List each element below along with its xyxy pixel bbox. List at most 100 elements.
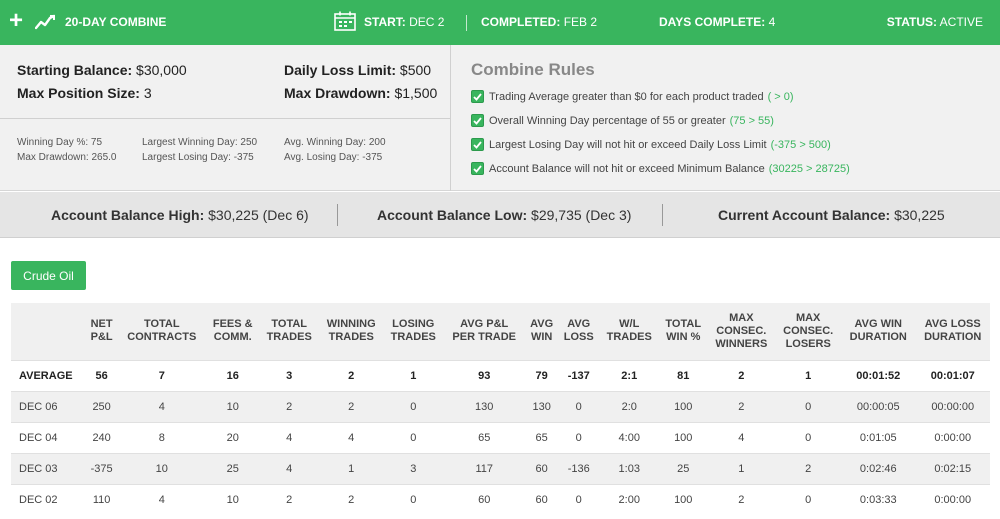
table-cell: 60 [443,483,526,515]
column-header-line: CONSEC. [716,324,767,337]
column-header [11,303,86,360]
table-cell: 0 [558,421,600,453]
column-header: AVG LOSS DURATION [915,303,990,360]
table-cell: 250 [85,390,118,422]
table-cell: 81 [659,359,708,391]
table-cell: 10 [117,452,207,484]
combine-rules: Combine Rules Trading Average greater th… [471,60,850,175]
column-header: TOTAL TRADES [259,303,319,360]
row-date-cell: DEC 04 [11,421,86,453]
column-header-line: TRADES [328,331,374,344]
checkbox-checked-icon [471,90,484,103]
table-cell: 60 [525,483,559,515]
column-header: LOSING TRADES [383,303,443,360]
row-date-cell: DEC 06 [11,390,86,422]
column-header-line: TRADES [266,331,312,344]
table-cell: 0:01:05 [841,421,916,453]
column-header-line: LOSS [563,331,594,344]
table-cell: 0:02:15 [915,452,990,484]
status: STATUS: ACTIVE [887,15,983,29]
table-cell: 2 [707,483,776,515]
column-header: FEES & COMM. [206,303,259,360]
table-cell: 4 [259,421,320,453]
column-header-line: AVG [530,318,554,331]
table-cell: 2 [259,390,320,422]
max-position-label: Max Position Size: [17,85,140,101]
column-header: AVG LOSS [558,303,599,360]
column-header-line: COMM. [213,331,252,344]
winning-day-pct: Winning Day %: 75 [17,137,103,148]
column-header-line: AVG LOSS [924,318,981,331]
table-cell: 00:01:07 [915,359,990,391]
days-value: 4 [768,15,776,29]
table-cell: 1 [707,452,776,484]
table-cell: 4:00 [599,421,660,453]
column-header-line: TOTAL [665,318,702,331]
table-cell: 93 [443,359,526,391]
account-settings: Starting Balance: $30,000 Max Position S… [0,45,451,119]
column-header-line: WIN [530,331,553,344]
max-position-size: Max Position Size: 3 [17,85,152,101]
table-cell: 7 [117,359,207,391]
table-cell: 2 [319,359,384,391]
balance-low-value: $29,735 (Dec 3) [531,207,632,223]
starting-balance: Starting Balance: $30,000 [17,62,187,78]
completed-date: COMPLETED: FEB 2 [481,15,597,29]
days-label: DAYS COMPLETE: [659,15,766,29]
column-header-line: MAX [729,311,754,324]
table-cell: 4 [117,483,207,515]
table-cell: 2 [319,390,384,422]
top-header-bar: + 20-DAY COMBINE START: DEC 2 COMPLETED:… [0,0,1000,45]
days-complete: DAYS COMPLETE: 4 [659,15,775,29]
table-cell: 0:02:46 [841,452,916,484]
combine-title: 20-DAY COMBINE [65,15,167,29]
column-header: AVG WIN DURATION [841,303,915,360]
checkbox-checked-icon [471,114,484,127]
max-drawdown: Max Drawdown: $1,500 [284,85,437,101]
table-cell: 4 [117,390,207,422]
column-header-line: CONTRACTS [127,331,197,344]
table-cell: 0 [558,390,600,422]
column-header-line: MAX [795,311,821,324]
balance-high-label: Account Balance High: [51,207,205,223]
column-header-line: AVG P&L [460,318,509,331]
avg-winning-day: Avg. Winning Day: 200 [284,137,386,148]
start-date: START: DEC 2 [364,15,444,29]
starting-balance-value: $30,000 [136,62,187,78]
plus-icon[interactable]: + [9,9,27,33]
column-header-line: TOTAL [271,318,308,331]
table-cell: -136 [558,452,600,484]
largest-winning-day: Largest Winning Day: 250 [142,137,258,148]
start-label: START: [364,15,406,29]
daily-loss-label: Daily Loss Limit: [284,62,397,78]
column-header-line: WINNING [326,318,376,331]
table-cell: 0 [383,483,444,515]
table-cell: 2:1 [599,359,660,391]
table-cell: 130 [525,390,559,422]
calendar-icon [334,11,356,31]
column-header-line: NET [90,318,113,331]
table-cell: 0 [558,483,600,515]
performance-stats: Winning Day %: 75 Max Drawdown: 265.0 La… [0,119,451,191]
table-row: DEC 03 -375 10 25 4 1 3 117 60 -136 1:03 25 1 2 0:02:4… [11,452,990,484]
product-tab-crude-oil[interactable]: Crude Oil [11,261,86,290]
table-cell: 3 [259,359,320,391]
rule-text: Account Balance will not hit or exceed M… [489,162,765,175]
table-row: DEC 04 240 8 20 4 4 0 65 65 0 4:00 100 4 0 0:01:05 0:00… [11,421,990,453]
rule-text: Trading Average greater than $0 for each… [489,90,764,103]
table-cell: 25 [206,452,260,484]
daily-stats-table: NET P&L TOTAL CONTRACTS FEES & COMM. TOTAL TRAD… [11,303,990,515]
current-balance-value: $30,225 [894,207,945,223]
table-cell: 240 [85,421,118,453]
completed-value: FEB 2 [563,15,598,29]
table-header-row: NET P&L TOTAL CONTRACTS FEES & COMM. TOTAL TRAD… [11,303,990,360]
daily-loss-limit: Daily Loss Limit: $500 [284,62,431,78]
table-cell: 2 [319,483,384,515]
column-header: TOTAL CONTRACTS [117,303,206,360]
table-cell: 2:00 [599,483,660,515]
table-cell: 100 [659,390,708,422]
table-cell: 1 [775,359,842,391]
table-cell: 0:00:00 [915,421,990,453]
average-row: AVERAGE 56 7 16 3 2 1 93 79 -137 2:1 81 2 1 00:01:52 00… [11,359,990,391]
table-cell: 4 [319,421,384,453]
